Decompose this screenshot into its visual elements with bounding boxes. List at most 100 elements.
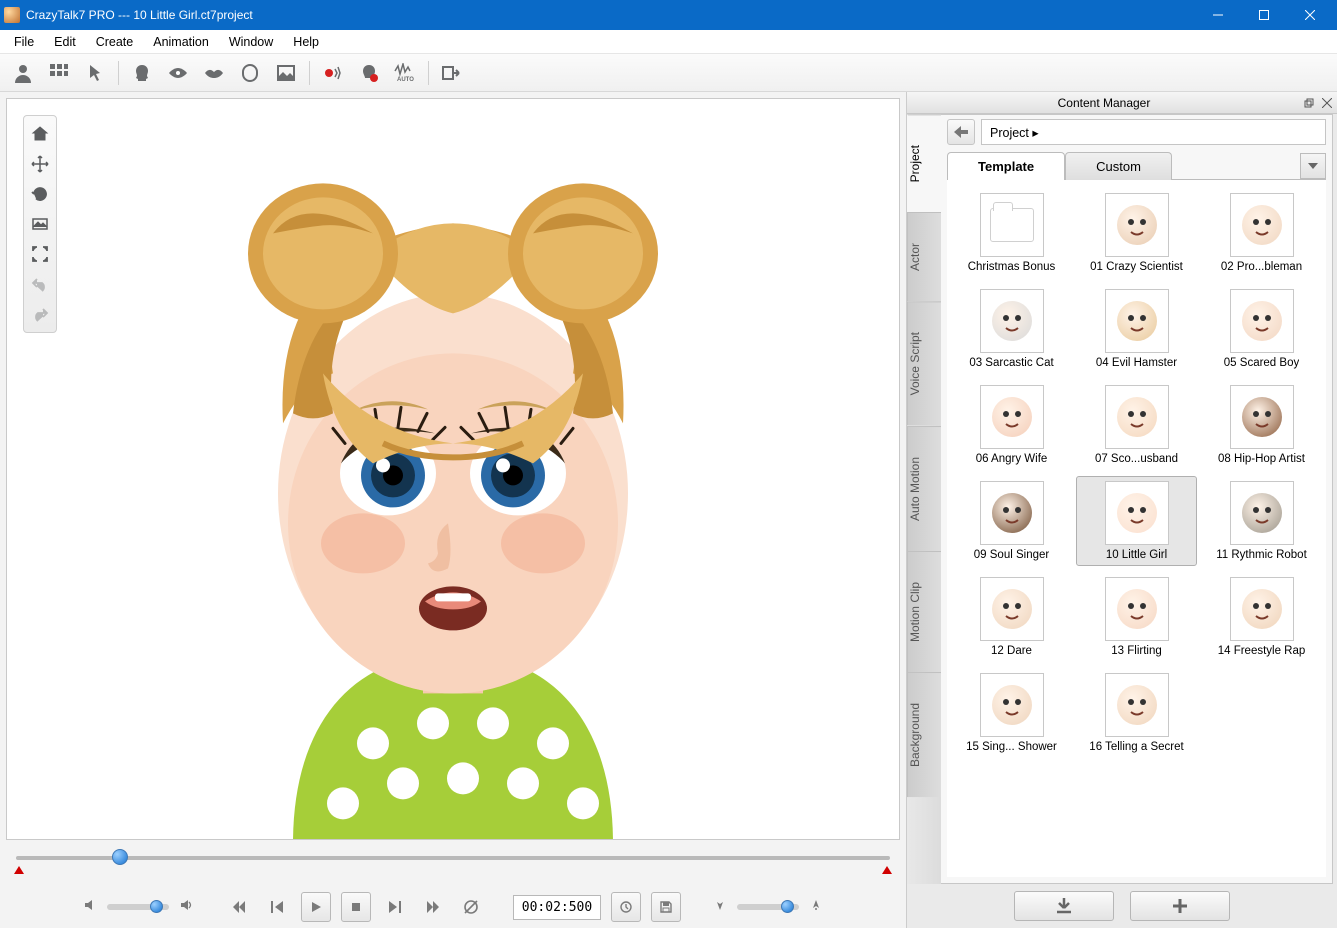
rotate-icon[interactable]	[26, 180, 54, 208]
content-manager-title: Content Manager	[907, 96, 1301, 110]
side-tab-motion-clip[interactable]: Motion Clip	[907, 551, 941, 672]
menu-animation[interactable]: Animation	[143, 32, 219, 52]
nav-back-button[interactable]	[947, 119, 975, 145]
apply-content-button[interactable]	[1014, 891, 1114, 921]
content-thumbnail	[1105, 385, 1169, 449]
speed-fast-icon	[809, 898, 823, 917]
pointer-icon[interactable]	[78, 58, 112, 88]
content-item[interactable]: 01 Crazy Scientist	[1076, 188, 1197, 278]
close-panel-button[interactable]	[1319, 95, 1335, 111]
toolbar-separator	[309, 61, 310, 85]
content-item[interactable]: 13 Flirting	[1076, 572, 1197, 662]
content-item[interactable]: 06 Angry Wife	[951, 380, 1072, 470]
range-start-marker[interactable]	[14, 866, 24, 874]
float-panel-button[interactable]	[1301, 95, 1317, 111]
fit-icon[interactable]	[26, 210, 54, 238]
content-top-tabs: Template Custom	[941, 149, 1332, 179]
eye-icon[interactable]	[161, 58, 195, 88]
tab-template[interactable]: Template	[947, 152, 1065, 180]
side-tab-project[interactable]: Project	[907, 114, 941, 212]
content-item[interactable]: 16 Telling a Secret	[1076, 668, 1197, 758]
content-item-label: 10 Little Girl	[1106, 549, 1167, 561]
timeline-thumb[interactable]	[112, 849, 128, 865]
breadcrumb[interactable]: Project ▸	[981, 119, 1326, 145]
volume-high-icon	[179, 898, 193, 917]
side-tab-voice-script[interactable]: Voice Script	[907, 301, 941, 425]
content-item-label: 05 Scared Boy	[1224, 357, 1299, 369]
content-item-label: 09 Soul Singer	[974, 549, 1049, 561]
fast-forward-button[interactable]	[419, 893, 447, 921]
close-button[interactable]	[1287, 0, 1333, 30]
content-item[interactable]: 08 Hip-Hop Artist	[1201, 380, 1322, 470]
move-icon[interactable]	[26, 150, 54, 178]
content-options-button[interactable]	[1300, 153, 1326, 179]
content-grid: Christmas Bonus 01 Crazy Scientist02 Pro.…	[951, 188, 1322, 758]
content-thumbnail	[1230, 193, 1294, 257]
play-button[interactable]	[301, 892, 331, 922]
timeline-slider[interactable]	[16, 846, 890, 876]
voice-morph-icon[interactable]	[352, 58, 386, 88]
content-manager-panel: Content Manager ProjectActorVoice Script…	[907, 92, 1337, 928]
range-end-marker[interactable]	[882, 866, 892, 874]
tab-custom[interactable]: Custom	[1065, 152, 1172, 180]
content-item[interactable]: 12 Dare	[951, 572, 1072, 662]
time-settings-button[interactable]	[611, 892, 641, 922]
next-frame-button[interactable]	[381, 893, 409, 921]
rewind-button[interactable]	[225, 893, 253, 921]
volume-slider[interactable]	[107, 904, 169, 910]
content-item[interactable]: 14 Freestyle Rap	[1201, 572, 1322, 662]
content-thumbnail	[1230, 577, 1294, 641]
content-item-label: 13 Flirting	[1111, 645, 1162, 657]
mask-icon[interactable]	[233, 58, 267, 88]
head-icon[interactable]	[125, 58, 159, 88]
add-content-button[interactable]	[1130, 891, 1230, 921]
side-tab-auto-motion[interactable]: Auto Motion	[907, 426, 941, 551]
save-button[interactable]	[651, 892, 681, 922]
prev-frame-button[interactable]	[263, 893, 291, 921]
timecode-display[interactable]: 00:02:500	[513, 895, 601, 920]
content-item[interactable]: 15 Sing... Shower	[951, 668, 1072, 758]
speed-slider[interactable]	[737, 904, 799, 910]
export-icon[interactable]	[435, 58, 469, 88]
content-item[interactable]: 04 Evil Hamster	[1076, 284, 1197, 374]
content-item[interactable]: 09 Soul Singer	[951, 476, 1072, 566]
loop-off-button[interactable]	[457, 893, 485, 921]
thumbnails-icon[interactable]	[42, 58, 76, 88]
app-icon	[4, 7, 20, 23]
menu-help[interactable]: Help	[283, 32, 329, 52]
menu-file[interactable]: File	[4, 32, 44, 52]
content-item[interactable]: 02 Pro...bleman	[1201, 188, 1322, 278]
auto-motion-icon[interactable]: AUTO	[388, 58, 422, 88]
content-thumbnail	[1230, 385, 1294, 449]
content-item[interactable]: Christmas Bonus	[951, 188, 1072, 278]
home-icon[interactable]	[26, 120, 54, 148]
content-item[interactable]: 11 Rythmic Robot	[1201, 476, 1322, 566]
content-item[interactable]: 10 Little Girl	[1076, 476, 1197, 566]
viewport[interactable]	[6, 98, 900, 840]
fullscreen-icon[interactable]	[26, 240, 54, 268]
actor-icon[interactable]	[6, 58, 40, 88]
minimize-button[interactable]	[1195, 0, 1241, 30]
side-tab-actor[interactable]: Actor	[907, 212, 941, 301]
maximize-button[interactable]	[1241, 0, 1287, 30]
content-nav: Project ▸	[941, 115, 1332, 149]
character-preview	[173, 123, 733, 840]
redo-icon[interactable]	[26, 300, 54, 328]
content-item[interactable]: 07 Sco...usband	[1076, 380, 1197, 470]
image-icon[interactable]	[269, 58, 303, 88]
record-icon[interactable]	[316, 58, 350, 88]
menu-create[interactable]: Create	[86, 32, 144, 52]
content-thumbnail	[1105, 673, 1169, 737]
content-thumbnail	[1105, 577, 1169, 641]
content-manager-header: Content Manager	[907, 92, 1337, 114]
stop-button[interactable]	[341, 892, 371, 922]
content-thumbnail	[1105, 289, 1169, 353]
side-tab-background[interactable]: Background	[907, 672, 941, 797]
menu-window[interactable]: Window	[219, 32, 283, 52]
lips-icon[interactable]	[197, 58, 231, 88]
menu-edit[interactable]: Edit	[44, 32, 86, 52]
content-item-label: Christmas Bonus	[968, 261, 1056, 273]
undo-icon[interactable]	[26, 270, 54, 298]
content-item[interactable]: 05 Scared Boy	[1201, 284, 1322, 374]
content-item[interactable]: 03 Sarcastic Cat	[951, 284, 1072, 374]
